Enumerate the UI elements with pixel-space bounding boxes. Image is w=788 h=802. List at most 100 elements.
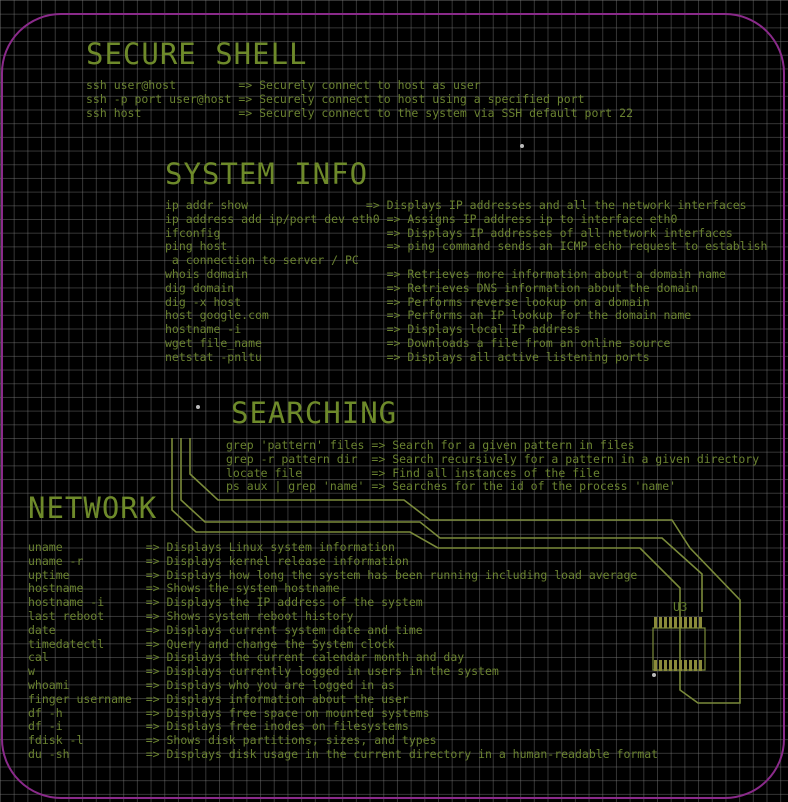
command-row: a connection to server / PC — [165, 253, 767, 268]
command-list: grep 'pattern' files => Search for a giv… — [226, 438, 760, 494]
via-dot — [196, 405, 200, 409]
chip-u3 — [652, 617, 706, 677]
command-row: timedatectl => Query and change the Syst… — [28, 636, 658, 652]
command-row: grep 'pattern' files => Search for a giv… — [226, 438, 759, 453]
command-list: ip addr show => Displays IP addresses an… — [165, 198, 768, 365]
command-list: uname => Displays Linux system informati… — [28, 540, 659, 762]
command-row: fdisk -l => Shows disk partitions, sizes… — [28, 733, 658, 748]
command-row: hostname -i => Displays local IP address — [165, 322, 767, 337]
command-description: => Displays IP addresses of all network … — [386, 225, 733, 240]
command-row: ip address add ip/port dev eth0 => Assig… — [165, 211, 767, 227]
command-text: ip address add ip/port dev eth0 — [165, 211, 380, 226]
command-row: df -i => Displays free inodes on filesys… — [28, 719, 658, 734]
chip-reference-label: U3 — [673, 600, 688, 614]
command-text: ps aux | grep 'name' — [226, 479, 365, 494]
network-section: NETWORK uname => Displays Linux system i… — [28, 494, 658, 762]
command-row: last reboot => Shows system reboot histo… — [28, 608, 658, 624]
command-description: => Assigns IP address ip to interface et… — [386, 211, 678, 226]
command-text: uname -r — [28, 553, 139, 568]
command-description: => Displays how long the system has been… — [145, 567, 638, 582]
command-row: dig -x host => Performs reverse lookup o… — [165, 294, 767, 310]
command-row: du -sh => Displays disk usage in the cur… — [28, 746, 659, 762]
section-title: SEARCHING — [231, 396, 398, 430]
command-row: ifconfig => Displays IP addresses of all… — [165, 225, 767, 241]
command-row: whoami => Displays who you are logged in… — [28, 677, 658, 693]
command-description: => Displays local IP address — [386, 322, 581, 337]
command-text: ssh -p port user@host — [86, 91, 232, 106]
command-description: => Retrieves DNS information about the d… — [386, 280, 699, 295]
command-row: ssh host => Securely connect to the syst… — [86, 105, 633, 121]
command-text: a connection to server / PC — [165, 253, 359, 268]
command-row: ps aux | grep 'name' => Searches for the… — [226, 479, 759, 494]
command-description: => Displays free inodes on filesystems — [145, 719, 409, 734]
command-description: => Displays who you are logged in as — [145, 677, 395, 692]
command-text: ssh user@host — [86, 78, 232, 92]
command-text: grep 'pattern' files — [226, 438, 365, 452]
command-description: => Displays free space on mounted system… — [145, 705, 430, 720]
command-row: locate file => Find all instances of the… — [226, 465, 759, 481]
command-text: du -sh — [28, 746, 139, 761]
command-row: cal => Displays the current calendar mon… — [28, 650, 658, 665]
command-row: hostname => Shows the system hostname — [28, 581, 658, 596]
command-text: ping host — [165, 239, 380, 254]
searching-section: SEARCHING — [231, 399, 397, 428]
command-text: date — [28, 622, 139, 637]
command-text: locate file — [226, 465, 365, 480]
command-row: hostname -i => Displays the IP address o… — [28, 595, 658, 610]
command-row: ip addr show => Displays IP addresses an… — [165, 198, 767, 213]
command-description: => Securely connect to host using a spec… — [238, 91, 585, 106]
command-description: => Displays IP addresses and all the net… — [365, 198, 747, 212]
command-row: finger username => Displays information … — [28, 691, 658, 707]
command-description: => Displays disk usage in the current di… — [145, 746, 659, 761]
command-description: => ping command sends an ICMP echo reque… — [386, 239, 768, 254]
command-row: uname -r => Displays kernel release info… — [28, 553, 658, 569]
command-description: => Shows system reboot history — [145, 608, 354, 623]
command-description: => Displays all active listening ports — [386, 349, 650, 364]
command-row: wget file_name => Downloads a file from … — [165, 335, 767, 351]
command-row: ssh user@host => Securely connect to hos… — [86, 78, 633, 93]
command-text: hostname -i — [28, 595, 139, 610]
command-row: ping host => ping command sends an ICMP … — [165, 239, 768, 254]
command-text: host google.com — [165, 308, 380, 323]
command-description: => Search for a given pattern in files — [371, 438, 635, 452]
command-row: whois domain => Retrieves more informati… — [165, 266, 767, 282]
command-text: whoami — [28, 677, 139, 692]
command-description: => Downloads a file from an online sourc… — [386, 335, 671, 350]
command-row: netstat -pnltu => Displays all active li… — [165, 349, 767, 365]
command-description: => Performs reverse lookup on a domain — [386, 294, 650, 309]
command-row: dig domain => Retrieves DNS information … — [165, 280, 767, 296]
command-text: fdisk -l — [28, 733, 139, 748]
command-description: => Displays currently logged in users in… — [145, 664, 499, 679]
secure-shell-section: SECURE SHELL ssh user@host => Securely c… — [86, 40, 633, 120]
command-description: => Retrieves more information about a do… — [386, 266, 726, 281]
via-dot — [520, 144, 524, 148]
command-description: => Performs an IP lookup for the domain … — [386, 308, 692, 323]
command-row: w => Displays currently logged in users … — [28, 664, 658, 679]
command-text: hostname -i — [165, 322, 380, 337]
command-description: => Query and change the System clock — [145, 636, 395, 651]
command-text: netstat -pnltu — [165, 349, 380, 364]
command-text: uname — [28, 540, 139, 554]
command-text: df -h — [28, 705, 139, 720]
command-description: => Displays Linux system information — [145, 540, 395, 554]
command-text: last reboot — [28, 608, 139, 623]
command-description: => Displays the current calendar month a… — [145, 650, 465, 665]
command-text: ip addr show — [165, 198, 359, 212]
command-text: finger username — [28, 691, 139, 706]
command-text: cal — [28, 650, 139, 665]
command-row: grep -r pattern dir => Search recursivel… — [226, 451, 760, 467]
command-text: uptime — [28, 567, 139, 582]
command-description: => Securely connect to the system via SS… — [238, 105, 633, 120]
command-text: ssh host — [86, 105, 232, 120]
command-description: => Displays current system date and time — [145, 622, 423, 637]
command-description: => Shows the system hostname — [145, 581, 340, 596]
command-text: hostname — [28, 581, 139, 596]
command-row: df -h => Displays free space on mounted … — [28, 705, 658, 721]
command-row: host google.com => Performs an IP lookup… — [165, 308, 767, 323]
command-text: wget file_name — [165, 335, 380, 350]
command-list: ssh user@host => Securely connect to hos… — [86, 78, 633, 121]
section-title: SECURE SHELL — [86, 37, 308, 71]
command-row: date => Displays current system date and… — [28, 622, 658, 638]
command-description: => Search recursively for a pattern in a… — [371, 451, 760, 466]
command-row: uptime => Displays how long the system h… — [28, 567, 658, 583]
